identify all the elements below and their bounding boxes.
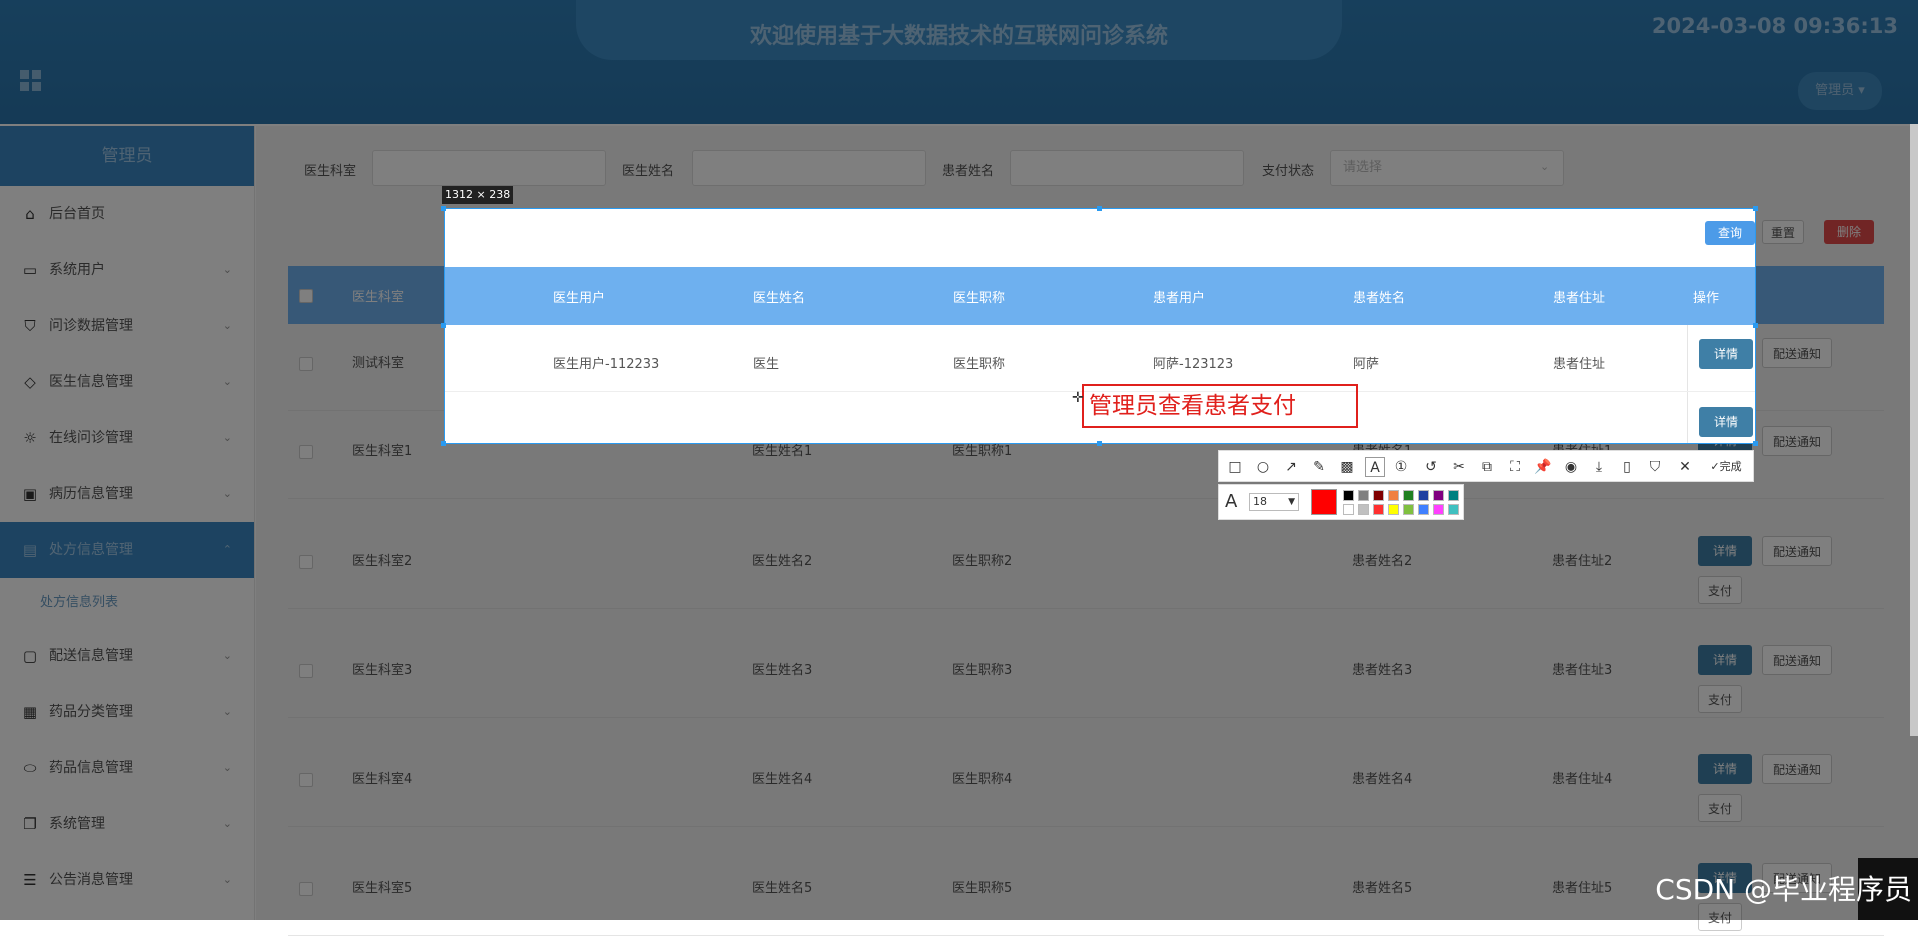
screen-dim-left	[0, 208, 444, 444]
resize-handle[interactable]	[1753, 441, 1758, 446]
table-cell-pat_name: 阿萨	[1353, 357, 1380, 372]
crosshair-cursor-icon: ✛	[1072, 390, 1084, 406]
selection-size-label: 1312 × 238	[442, 186, 514, 204]
color-swatch[interactable]	[1388, 504, 1399, 515]
undo-icon[interactable]: ↺	[1421, 457, 1441, 477]
text-style-toolbar: A 18 ▼	[1218, 484, 1464, 520]
pin-icon[interactable]: 📌	[1533, 457, 1553, 477]
table-cell-pat_user: 阿萨-123123	[1153, 357, 1234, 372]
resize-handle[interactable]	[441, 323, 446, 328]
table-cell-doc_name: 医生	[753, 357, 780, 372]
csdn-watermark: CSDN @毕业程序员	[1655, 873, 1912, 906]
arrow-tool-icon[interactable]: ↗	[1281, 457, 1301, 477]
color-swatch[interactable]	[1373, 490, 1384, 501]
detail-button[interactable]: 详情	[1699, 407, 1753, 437]
table-cell-addr: 患者住址	[1553, 357, 1606, 372]
current-color-swatch[interactable]	[1311, 489, 1337, 515]
ellipse-tool-icon[interactable]: ○	[1253, 457, 1273, 477]
text-annotation[interactable]: 管理员查看患者支付	[1082, 384, 1358, 428]
column-header: 患者姓名	[1353, 291, 1406, 306]
done-label: 完成	[1719, 460, 1742, 473]
color-swatch[interactable]	[1418, 504, 1429, 515]
rectangle-tool-icon[interactable]: □	[1225, 457, 1245, 477]
check-icon: ✓	[1710, 460, 1720, 473]
ocr-icon[interactable]: ⛶	[1505, 457, 1525, 477]
pen-tool-icon[interactable]: ✎	[1309, 457, 1329, 477]
mosaic-tool-icon[interactable]: ▩	[1337, 457, 1357, 477]
color-swatch[interactable]	[1358, 490, 1369, 501]
column-header: 医生用户	[553, 291, 606, 306]
font-icon: A	[1225, 491, 1238, 512]
resize-handle[interactable]	[1097, 206, 1102, 211]
scissors-icon[interactable]: ✂	[1449, 457, 1469, 477]
resize-handle[interactable]	[1097, 441, 1102, 446]
text-tool-icon[interactable]: A	[1365, 457, 1385, 477]
color-swatch[interactable]	[1343, 490, 1354, 501]
action-column-divider	[1687, 325, 1688, 443]
column-header: 操作	[1693, 291, 1720, 306]
font-size-select[interactable]: 18 ▼	[1249, 493, 1299, 511]
done-button[interactable]: ✓完成	[1701, 457, 1751, 477]
color-swatch[interactable]	[1358, 504, 1369, 515]
page-scrollbar[interactable]	[1910, 124, 1918, 736]
bookmark-icon[interactable]: ⛉	[1645, 457, 1665, 477]
chevron-down-icon: ▼	[1288, 497, 1295, 507]
screen-dim-bottom	[0, 444, 1918, 920]
number-tool-icon[interactable]: ①	[1391, 457, 1411, 477]
font-size-value: 18	[1253, 495, 1267, 508]
phone-icon[interactable]: ▯	[1617, 457, 1637, 477]
detail-button[interactable]: 详情	[1699, 339, 1753, 369]
capture-toolbar: □ ○ ↗ ✎ ▩ A ① ↺ ✂ ⧉ ⛶ 📌 ◉ ⤓ ▯ ⛉ ✕ ✓完成	[1218, 450, 1754, 482]
query-button[interactable]: 查询	[1705, 221, 1755, 245]
color-swatch[interactable]	[1343, 504, 1354, 515]
column-header: 医生姓名	[753, 291, 806, 306]
table-cell-doc_user: 医生用户-112233	[553, 357, 660, 372]
download-icon[interactable]: ⤓	[1589, 457, 1609, 477]
color-swatch[interactable]	[1448, 490, 1459, 501]
resize-handle[interactable]	[441, 441, 446, 446]
record-icon[interactable]: ◉	[1561, 457, 1581, 477]
column-header: 医生职称	[953, 291, 1006, 306]
column-header: 患者住址	[1553, 291, 1606, 306]
color-swatch[interactable]	[1418, 490, 1429, 501]
table-cell-title: 医生职称	[953, 357, 1006, 372]
color-swatch[interactable]	[1373, 504, 1384, 515]
close-icon[interactable]: ✕	[1675, 457, 1695, 477]
color-swatch[interactable]	[1403, 504, 1414, 515]
color-swatch[interactable]	[1433, 504, 1444, 515]
resize-handle[interactable]	[1753, 206, 1758, 211]
screen-dim-right	[1756, 208, 1918, 444]
column-header: 患者用户	[1153, 291, 1206, 306]
resize-handle[interactable]	[441, 206, 446, 211]
color-swatch[interactable]	[1403, 490, 1414, 501]
color-swatch[interactable]	[1388, 490, 1399, 501]
screen-dim-top	[0, 0, 1918, 208]
color-swatch[interactable]	[1433, 490, 1444, 501]
resize-handle[interactable]	[1753, 323, 1758, 328]
color-swatch[interactable]	[1448, 504, 1459, 515]
translate-icon[interactable]: ⧉	[1477, 457, 1497, 477]
